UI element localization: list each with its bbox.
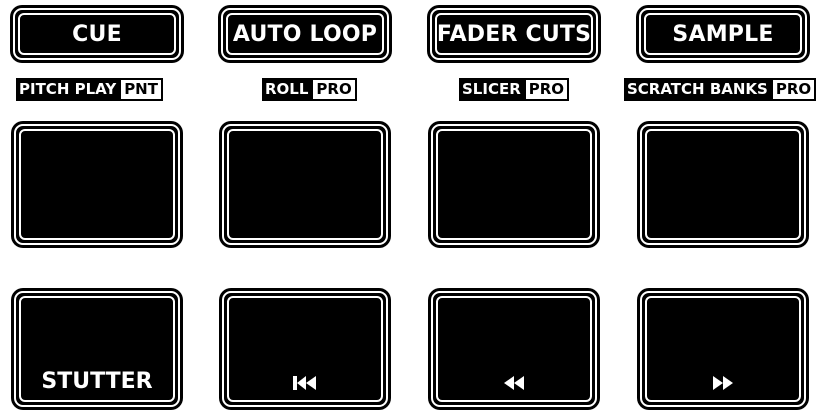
cue-label: CUE: [72, 21, 122, 47]
pad-8-fast-forward[interactable]: [637, 288, 809, 410]
pnt-tag: PNT: [119, 78, 163, 101]
fast-forward-icon: [712, 376, 734, 390]
slicer-pro-tag: PRO: [523, 78, 570, 101]
sample-mode-button[interactable]: SAMPLE: [636, 5, 810, 63]
pad-7-rewind[interactable]: [428, 288, 600, 410]
fader-cuts-label: FADER CUTS: [436, 21, 592, 47]
sample-label: SAMPLE: [672, 21, 774, 47]
slicer-text: SLICER: [459, 78, 524, 101]
pad-2[interactable]: [219, 121, 391, 248]
auto-loop-mode-button[interactable]: AUTO LOOP: [218, 5, 392, 63]
pad-3[interactable]: [428, 121, 600, 248]
pitch-play-text: PITCH PLAY: [16, 78, 120, 101]
pitch-play-sublabel: PITCH PLAY PNT: [16, 78, 163, 101]
pad-1[interactable]: [11, 121, 183, 248]
fader-cuts-mode-button[interactable]: FADER CUTS: [427, 5, 601, 63]
roll-sublabel: ROLL PRO: [262, 78, 357, 101]
cue-mode-button[interactable]: CUE: [10, 5, 184, 63]
stutter-label: STUTTER: [41, 369, 153, 394]
scratch-banks-sublabel: SCRATCH BANKS PRO: [624, 78, 817, 101]
auto-loop-label: AUTO LOOP: [232, 21, 378, 47]
scratch-banks-text: SCRATCH BANKS: [624, 78, 771, 101]
roll-text: ROLL: [262, 78, 312, 101]
slicer-sublabel: SLICER PRO: [459, 78, 570, 101]
pad-4[interactable]: [637, 121, 809, 248]
roll-pro-tag: PRO: [311, 78, 357, 101]
pad-6-skip-back[interactable]: [219, 288, 391, 410]
rewind-icon: [503, 376, 525, 390]
scratch-banks-pro-tag: PRO: [770, 78, 817, 101]
pad-5-stutter[interactable]: STUTTER: [11, 288, 183, 410]
skip-back-icon: [293, 376, 317, 390]
